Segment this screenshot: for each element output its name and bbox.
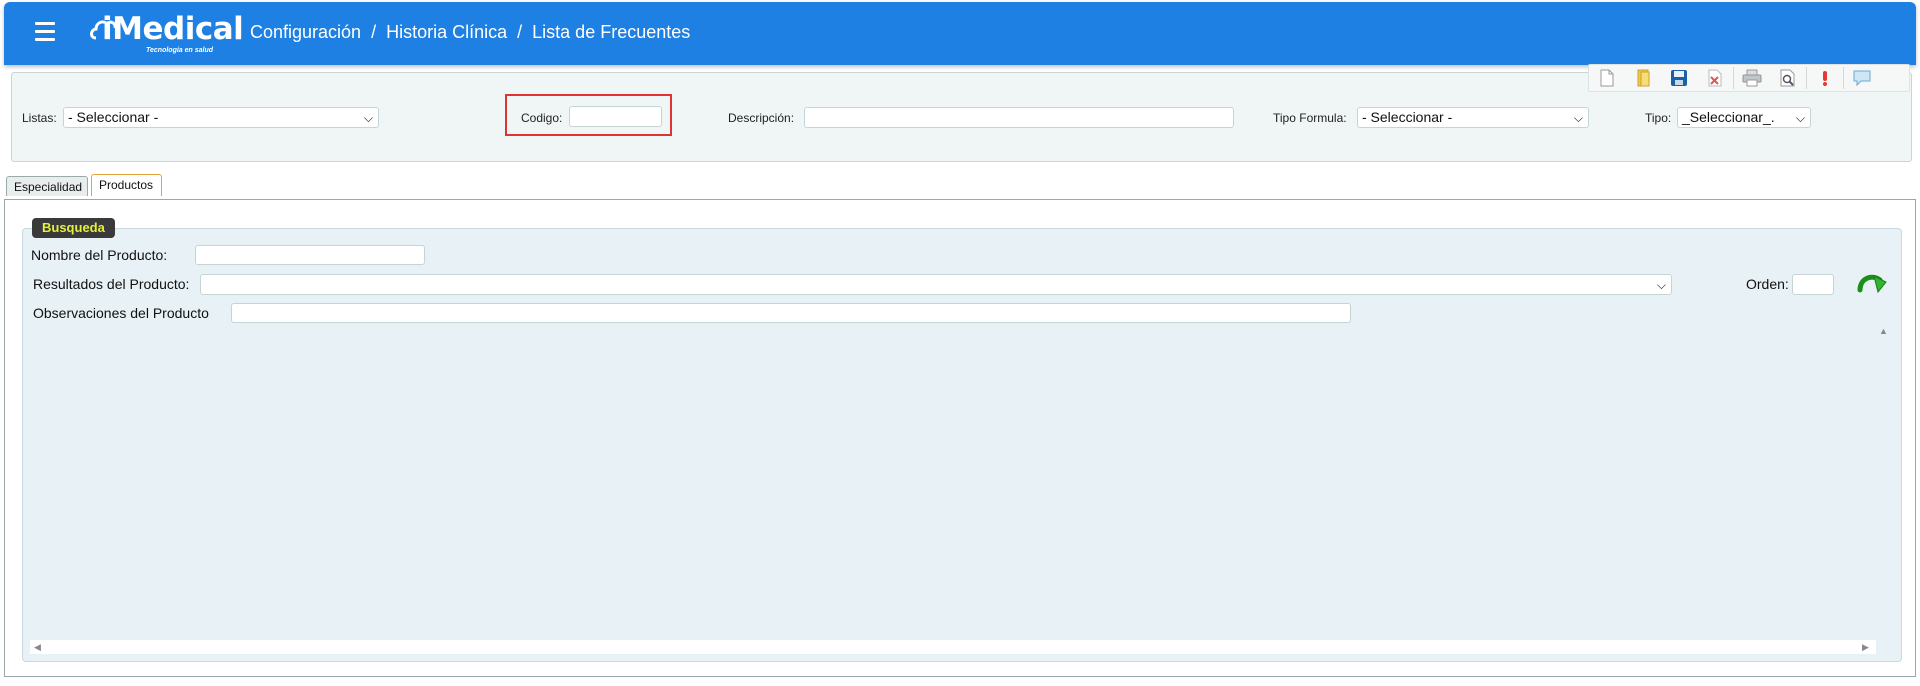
scroll-up-arrow-icon[interactable]: ▲: [1879, 326, 1888, 336]
scroll-right-arrow-icon[interactable]: ▶: [1862, 642, 1869, 653]
top-navigation-bar: iMedical Tecnología en salud Configuraci…: [4, 2, 1916, 65]
observaciones-producto-label: Observaciones del Producto: [33, 305, 209, 321]
tipo-select-value: _Seleccionar_.: [1682, 109, 1775, 125]
listas-label: Listas:: [22, 111, 57, 125]
breadcrumb-separator: /: [371, 22, 377, 42]
tipo-formula-select-value: - Seleccionar -: [1362, 109, 1453, 125]
print-icon[interactable]: [1734, 65, 1770, 91]
vertical-scrollbar[interactable]: ▲: [1876, 326, 1890, 640]
resultados-producto-select[interactable]: ⌵: [200, 274, 1672, 295]
chevron-down-icon: ⌵: [1573, 111, 1583, 125]
tab-productos-label: Productos: [99, 178, 154, 192]
green-forward-arrow-icon[interactable]: [1856, 270, 1890, 300]
chevron-down-icon: ⌵: [1795, 111, 1805, 125]
tipo-formula-select[interactable]: - Seleccionar - ⌵: [1357, 107, 1589, 128]
print-preview-icon[interactable]: [1770, 65, 1806, 91]
breadcrumb: Configuración / Historia Clínica / Lista…: [250, 22, 690, 43]
descripcion-label: Descripción:: [728, 111, 795, 125]
comment-icon[interactable]: [1844, 65, 1880, 91]
hamburger-menu-icon[interactable]: [32, 22, 60, 46]
new-document-icon[interactable]: [1589, 65, 1625, 91]
chevron-down-icon: ⌵: [363, 111, 373, 125]
resultados-producto-label: Resultados del Producto:: [33, 276, 190, 292]
breadcrumb-item-configuracion[interactable]: Configuración: [250, 22, 361, 43]
orden-input[interactable]: [1792, 274, 1834, 295]
observaciones-producto-input[interactable]: [231, 303, 1351, 323]
busqueda-legend: Busqueda: [32, 218, 115, 238]
action-toolbar: [1588, 64, 1910, 92]
codigo-label: Codigo:: [521, 111, 563, 125]
tab-especialidad[interactable]: Especialidad: [6, 176, 88, 196]
logo-text: iMedical: [102, 11, 244, 47]
chevron-down-icon: ⌵: [1656, 278, 1666, 292]
tipo-label: Tipo:: [1645, 111, 1672, 125]
tipo-formula-label: Tipo Formula:: [1273, 111, 1347, 125]
nombre-producto-input[interactable]: [195, 245, 425, 265]
listas-select[interactable]: - Seleccionar - ⌵: [63, 107, 379, 128]
nombre-producto-label: Nombre del Producto:: [31, 247, 168, 263]
open-folder-icon[interactable]: [1625, 65, 1661, 91]
descripcion-input[interactable]: [804, 107, 1234, 128]
breadcrumb-item-historia-clinica[interactable]: Historia Clínica: [386, 22, 507, 43]
tab-productos[interactable]: Productos: [91, 174, 162, 196]
save-icon[interactable]: [1661, 65, 1697, 91]
horizontal-scrollbar[interactable]: ◀ ▶: [30, 640, 1876, 654]
breadcrumb-separator: /: [517, 22, 523, 42]
listas-select-value: - Seleccionar -: [68, 109, 159, 125]
tab-especialidad-label: Especialidad: [14, 180, 83, 194]
imedical-logo[interactable]: iMedical Tecnología en salud: [90, 11, 244, 57]
tipo-select[interactable]: _Seleccionar_. ⌵: [1677, 107, 1811, 128]
breadcrumb-item-lista-frecuentes: Lista de Frecuentes: [532, 22, 691, 42]
alert-icon[interactable]: [1807, 65, 1843, 91]
logo-tagline: Tecnología en salud: [146, 47, 214, 54]
codigo-input[interactable]: [569, 106, 662, 127]
delete-icon[interactable]: [1697, 65, 1733, 91]
scroll-left-arrow-icon[interactable]: ◀: [34, 642, 41, 653]
orden-label: Orden:: [1746, 276, 1789, 292]
